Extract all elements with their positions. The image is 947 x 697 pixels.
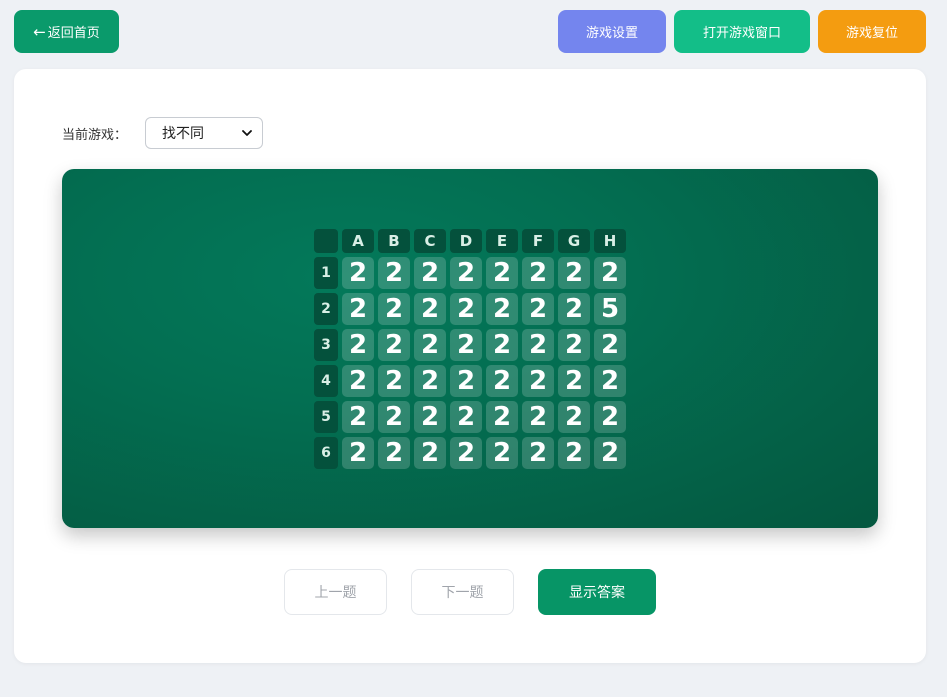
grid-cell[interactable]: 2 [486, 401, 518, 433]
back-home-label: 返回首页 [47, 26, 100, 41]
grid-corner [314, 229, 338, 253]
grid-cell[interactable]: 5 [594, 293, 626, 325]
show-answer-button[interactable]: 显示答案 [538, 569, 656, 615]
game-board: ABCDEFGH12222222222222222532222222242222… [62, 169, 878, 528]
row-header: 6 [314, 437, 338, 469]
grid-cell[interactable]: 2 [522, 401, 554, 433]
grid-cell[interactable]: 2 [594, 401, 626, 433]
grid-cell[interactable]: 2 [450, 401, 482, 433]
grid-cell[interactable]: 2 [342, 293, 374, 325]
game-selector-row: 当前游戏： 找不同 [62, 117, 264, 149]
grid-cell[interactable]: 2 [342, 257, 374, 289]
grid-cell[interactable]: 2 [414, 401, 446, 433]
grid-cell[interactable]: 2 [522, 293, 554, 325]
next-question-button[interactable]: 下一题 [411, 569, 514, 615]
grid-cell[interactable]: 2 [522, 329, 554, 361]
grid-cell[interactable]: 2 [558, 437, 590, 469]
current-game-label: 当前游戏： [62, 127, 128, 143]
chevron-down-icon [242, 130, 252, 136]
column-header: G [558, 229, 590, 253]
grid-cell[interactable]: 2 [378, 401, 410, 433]
grid-cell[interactable]: 2 [414, 437, 446, 469]
grid-cell[interactable]: 2 [378, 437, 410, 469]
grid-cell[interactable]: 2 [450, 437, 482, 469]
row-header: 1 [314, 257, 338, 289]
grid-cell[interactable]: 2 [414, 257, 446, 289]
grid-cell[interactable]: 2 [558, 293, 590, 325]
open-game-window-button[interactable]: 打开游戏窗口 [674, 10, 810, 53]
grid-cell[interactable]: 2 [522, 365, 554, 397]
grid-cell[interactable]: 2 [342, 365, 374, 397]
row-header: 5 [314, 401, 338, 433]
column-header: B [378, 229, 410, 253]
game-reset-button[interactable]: 游戏复位 [818, 10, 926, 53]
grid-cell[interactable]: 2 [450, 293, 482, 325]
row-header: 3 [314, 329, 338, 361]
grid-cell[interactable]: 2 [486, 437, 518, 469]
row-header: 4 [314, 365, 338, 397]
grid-cell[interactable]: 2 [522, 257, 554, 289]
grid-cell[interactable]: 2 [594, 437, 626, 469]
column-header: C [414, 229, 446, 253]
grid-cell[interactable]: 2 [558, 257, 590, 289]
arrow-left-icon: ← [33, 22, 46, 41]
grid-cell[interactable]: 2 [450, 329, 482, 361]
column-header: A [342, 229, 374, 253]
previous-question-button[interactable]: 上一题 [284, 569, 387, 615]
grid-cell[interactable]: 2 [486, 293, 518, 325]
grid-cell[interactable]: 2 [486, 257, 518, 289]
grid-cell[interactable]: 2 [378, 365, 410, 397]
grid-cell[interactable]: 2 [558, 329, 590, 361]
grid-cell[interactable]: 2 [414, 293, 446, 325]
grid-cell[interactable]: 2 [342, 437, 374, 469]
grid-cell[interactable]: 2 [378, 257, 410, 289]
grid-cell[interactable]: 2 [342, 401, 374, 433]
row-header: 2 [314, 293, 338, 325]
grid-cell[interactable]: 2 [558, 365, 590, 397]
number-grid: ABCDEFGH12222222222222222532222222242222… [314, 229, 626, 469]
grid-cell[interactable]: 2 [450, 365, 482, 397]
grid-cell[interactable]: 2 [342, 329, 374, 361]
game-select[interactable]: 找不同 [145, 117, 264, 149]
grid-cell[interactable]: 2 [486, 365, 518, 397]
grid-cell[interactable]: 2 [594, 329, 626, 361]
column-header: H [594, 229, 626, 253]
grid-cell[interactable]: 2 [378, 329, 410, 361]
game-select-value: 找不同 [162, 126, 205, 142]
grid-cell[interactable]: 2 [486, 329, 518, 361]
grid-cell[interactable]: 2 [558, 401, 590, 433]
grid-cell[interactable]: 2 [414, 329, 446, 361]
grid-cell[interactable]: 2 [450, 257, 482, 289]
back-home-button[interactable]: ← 返回首页 [14, 10, 119, 53]
grid-cell[interactable]: 2 [378, 293, 410, 325]
main-card: 当前游戏： 找不同 ABCDEFGH1222222222222222253222… [14, 69, 926, 663]
grid-cell[interactable]: 2 [594, 257, 626, 289]
grid-cell[interactable]: 2 [594, 365, 626, 397]
grid-cell[interactable]: 2 [414, 365, 446, 397]
column-header: E [486, 229, 518, 253]
game-settings-button[interactable]: 游戏设置 [558, 10, 666, 53]
column-header: D [450, 229, 482, 253]
grid-cell[interactable]: 2 [522, 437, 554, 469]
column-header: F [522, 229, 554, 253]
